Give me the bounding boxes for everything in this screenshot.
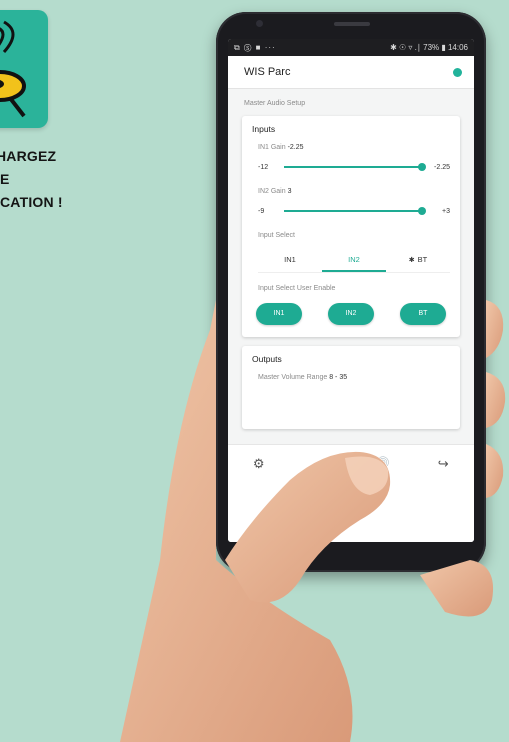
hand-illustration <box>120 300 506 742</box>
